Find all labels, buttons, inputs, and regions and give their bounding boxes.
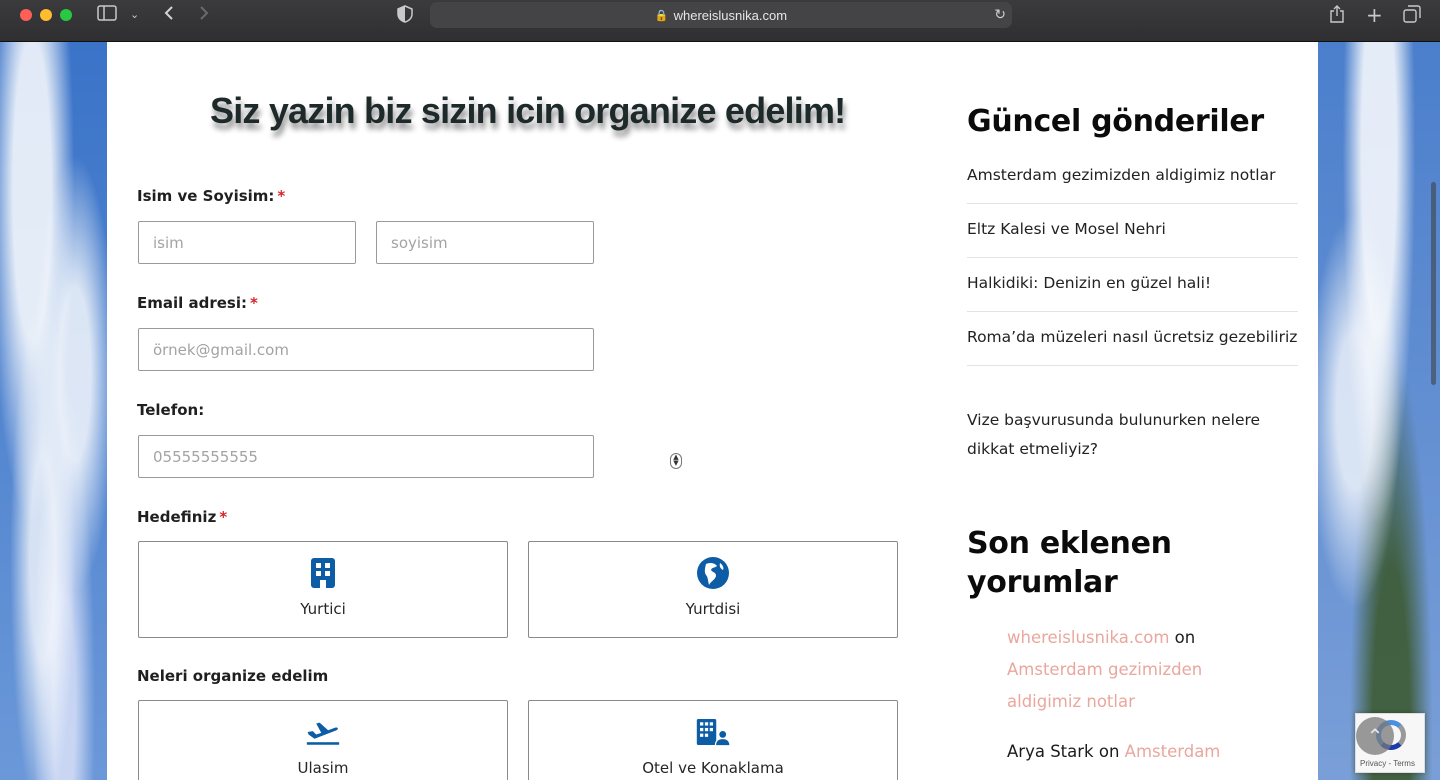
chevron-up-icon: ⌃	[1366, 724, 1384, 748]
tab-overview-icon[interactable]	[1403, 5, 1421, 28]
required-mark: *	[219, 508, 228, 526]
shield-icon[interactable]	[397, 5, 413, 28]
required-mark: *	[277, 187, 286, 205]
option-ulasim-label: Ulasim	[297, 759, 349, 777]
zoom-window-button[interactable]	[60, 9, 72, 21]
option-otel-label: Otel ve Konaklama	[642, 759, 784, 777]
recaptcha-terms[interactable]: Privacy - Terms	[1360, 759, 1415, 768]
comment-post-link[interactable]: Amsterdam	[1125, 742, 1221, 761]
recent-post-link[interactable]: Vize başvurusunda bulunurken nelere dikk…	[967, 406, 1298, 477]
back-to-top-button[interactable]: ⌃	[1356, 717, 1394, 755]
phone-input[interactable]	[138, 435, 594, 478]
page-content: Siz yazin biz sizin icin organize edelim…	[107, 42, 1318, 780]
comment-author: Arya Stark	[1007, 742, 1094, 761]
email-input[interactable]	[138, 328, 594, 371]
globe-icon	[696, 556, 730, 590]
address-bar[interactable]: 🔒 whereislusnika.com ↻	[430, 2, 1012, 28]
address-text: whereislusnika.com	[673, 7, 788, 23]
phone-stepper[interactable]: ▲ ▼	[670, 453, 682, 469]
last-name-input[interactable]	[376, 221, 594, 264]
option-yurtdisi-label: Yurtdisi	[685, 600, 741, 618]
option-yurtici[interactable]: Yurtici	[138, 541, 508, 638]
required-mark: *	[250, 294, 258, 312]
destination-label-text: Hedefiniz	[137, 508, 217, 526]
destination-label: Hedefiniz *	[137, 508, 227, 526]
chevron-down-icon[interactable]: ⌄	[130, 5, 139, 25]
browser-toolbar: ⌄ 🔒 whereislusnika.com ↻ +	[0, 0, 1440, 42]
sidebar-toggle-icon[interactable]	[97, 5, 117, 26]
comment-item: whereislusnika.com on Amsterdam gezimizd…	[1007, 622, 1257, 718]
comment-author-link[interactable]: whereislusnika.com	[1007, 628, 1169, 647]
recent-post-link[interactable]: Halkidiki: Denizin en güzel hali!	[967, 269, 1298, 312]
reload-icon[interactable]: ↻	[994, 6, 1006, 23]
minimize-window-button[interactable]	[40, 9, 52, 21]
form-title: Siz yazin biz sizin icin organize edelim…	[210, 90, 846, 131]
new-tab-icon[interactable]: +	[1366, 5, 1383, 25]
name-label-text: Isim ve Soyisim:	[137, 187, 275, 205]
phone-label: Telefon:	[137, 401, 205, 419]
background-sky-left	[0, 42, 107, 780]
recent-comments-title: Son eklenen yorumlar	[967, 526, 1172, 600]
recent-posts-title: Güncel gönderiler	[967, 104, 1264, 139]
comment-item: Arya Stark on Amsterdam	[1007, 736, 1257, 768]
option-ulasim[interactable]: Ulasim	[138, 700, 508, 780]
recent-post-link[interactable]: Eltz Kalesi ve Mosel Nehri	[967, 215, 1298, 258]
airplane-icon	[306, 715, 340, 749]
organize-label: Neleri organize edelim	[137, 667, 329, 685]
option-yurtdisi[interactable]: Yurtdisi	[528, 541, 898, 638]
back-icon[interactable]	[163, 5, 175, 26]
comment-post-link[interactable]: Amsterdam gezimizden aldigimiz notlar	[1007, 660, 1202, 711]
share-icon[interactable]	[1329, 5, 1345, 28]
hotel-guest-icon	[696, 715, 730, 749]
recent-post-link[interactable]: Amsterdam gezimizden aldigimiz notlar	[967, 161, 1298, 204]
forward-icon[interactable]	[198, 5, 210, 26]
option-otel[interactable]: Otel ve Konaklama	[528, 700, 898, 780]
option-yurtici-label: Yurtici	[300, 600, 346, 618]
lock-icon: 🔒	[654, 9, 669, 22]
page-scrollbar[interactable]	[1431, 182, 1436, 385]
comment-on-text: on	[1174, 628, 1196, 647]
recent-post-link[interactable]: Roma’da müzeleri nasıl ücretsiz gezebili…	[967, 323, 1298, 366]
name-label: Isim ve Soyisim: *	[137, 187, 285, 205]
comment-on-text: on	[1098, 742, 1120, 761]
email-label-text: Email adresi:	[137, 294, 248, 312]
background-sky-right	[1318, 42, 1440, 780]
building-icon	[306, 556, 340, 590]
email-label: Email adresi: *	[137, 294, 258, 312]
first-name-input[interactable]	[138, 221, 356, 264]
close-window-button[interactable]	[20, 9, 32, 21]
